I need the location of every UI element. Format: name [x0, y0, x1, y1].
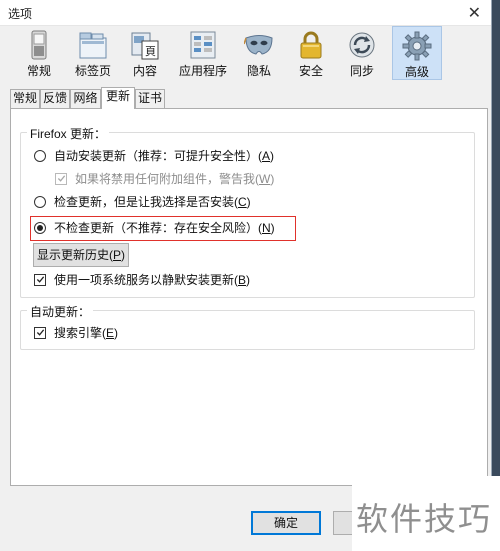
pane-label: 内容 [132, 64, 157, 78]
pane-privacy[interactable]: 隐私 [240, 26, 278, 80]
auto-install-radio[interactable] [34, 150, 46, 162]
pane-label: 应用程序 [178, 64, 227, 78]
check-choose-radio[interactable] [34, 196, 46, 208]
pane-label: 同步 [349, 64, 374, 78]
search-engines-checkbox[interactable] [34, 327, 46, 339]
pane-content[interactable]: 頁 内容 [126, 26, 164, 80]
group-title: Firefox 更新： [27, 125, 110, 142]
pane-tabs[interactable]: 标签页 [70, 26, 116, 80]
never-check-radio[interactable] [34, 222, 46, 234]
preferences-toolbar: 常规 标签页 頁 内容 应用程序 隐私 安全 同步 高级 [0, 26, 492, 80]
pane-label: 标签页 [74, 64, 111, 78]
svg-text:頁: 頁 [145, 45, 156, 58]
tab-feedback[interactable]: 反馈 [40, 89, 70, 108]
pane-label: 高级 [404, 65, 429, 79]
tab-update[interactable]: 更新 [101, 87, 135, 109]
options-window: 选项 ✕ 常规 标签页 頁 内容 应用程序 隐私 安全 同步 高级 常规 反馈 … [0, 0, 492, 551]
switch-icon [31, 30, 47, 60]
tab-certificates[interactable]: 证书 [135, 89, 165, 108]
close-icon[interactable]: ✕ [468, 3, 481, 23]
option-label: 检查更新，但是让我选择是否安装(C) [54, 195, 251, 209]
update-tab-panel: Firefox 更新： 自动安装更新（推荐：可提升安全性）(A) 如果将禁用任何… [10, 108, 488, 486]
applications-icon [190, 31, 216, 59]
background-service-checkbox[interactable] [34, 274, 46, 286]
gear-icon [402, 31, 432, 61]
lock-icon [300, 31, 322, 59]
tab-network[interactable]: 网络 [70, 89, 101, 108]
pane-label: 隐私 [246, 64, 271, 78]
tabs-icon [79, 32, 107, 59]
title-bar: 选项 ✕ [0, 0, 491, 26]
mask-icon [244, 35, 273, 55]
watermark-text: 软件技巧 [356, 500, 493, 538]
pane-security[interactable]: 安全 [292, 26, 330, 80]
window-title: 选项 [8, 7, 33, 21]
checkmark-icon [57, 175, 66, 182]
pane-label: 常规 [26, 64, 51, 78]
pane-advanced[interactable]: 高级 [392, 26, 442, 80]
warn-addons-checkbox[interactable] [55, 173, 67, 185]
option-label: 不检查更新（不推荐：存在安全风险）(N) [54, 221, 275, 235]
pane-sync[interactable]: 同步 [342, 26, 382, 80]
pane-applications[interactable]: 应用程序 [176, 26, 230, 80]
page-icon: 頁 [131, 32, 159, 60]
ok-button[interactable]: 确定 [251, 511, 321, 535]
option-label: 搜索引擎(E) [54, 326, 119, 340]
group-title: 自动更新： [27, 303, 94, 320]
sync-icon [349, 32, 375, 58]
checkmark-icon [36, 329, 45, 336]
option-label: 如果将禁用任何附加组件，警告我(W) [75, 172, 275, 186]
option-label: 使用一项系统服务以静默安装更新(B) [54, 273, 251, 287]
pane-label: 安全 [298, 64, 323, 78]
tab-general[interactable]: 常规 [10, 89, 40, 108]
pane-general[interactable]: 常规 [18, 26, 60, 80]
checkmark-icon [36, 276, 45, 283]
watermark: 软件技巧 [352, 476, 500, 551]
show-update-history-button[interactable]: 显示更新历史(P) [33, 243, 129, 267]
option-label: 自动安装更新（推荐：可提升安全性）(A) [54, 149, 275, 163]
